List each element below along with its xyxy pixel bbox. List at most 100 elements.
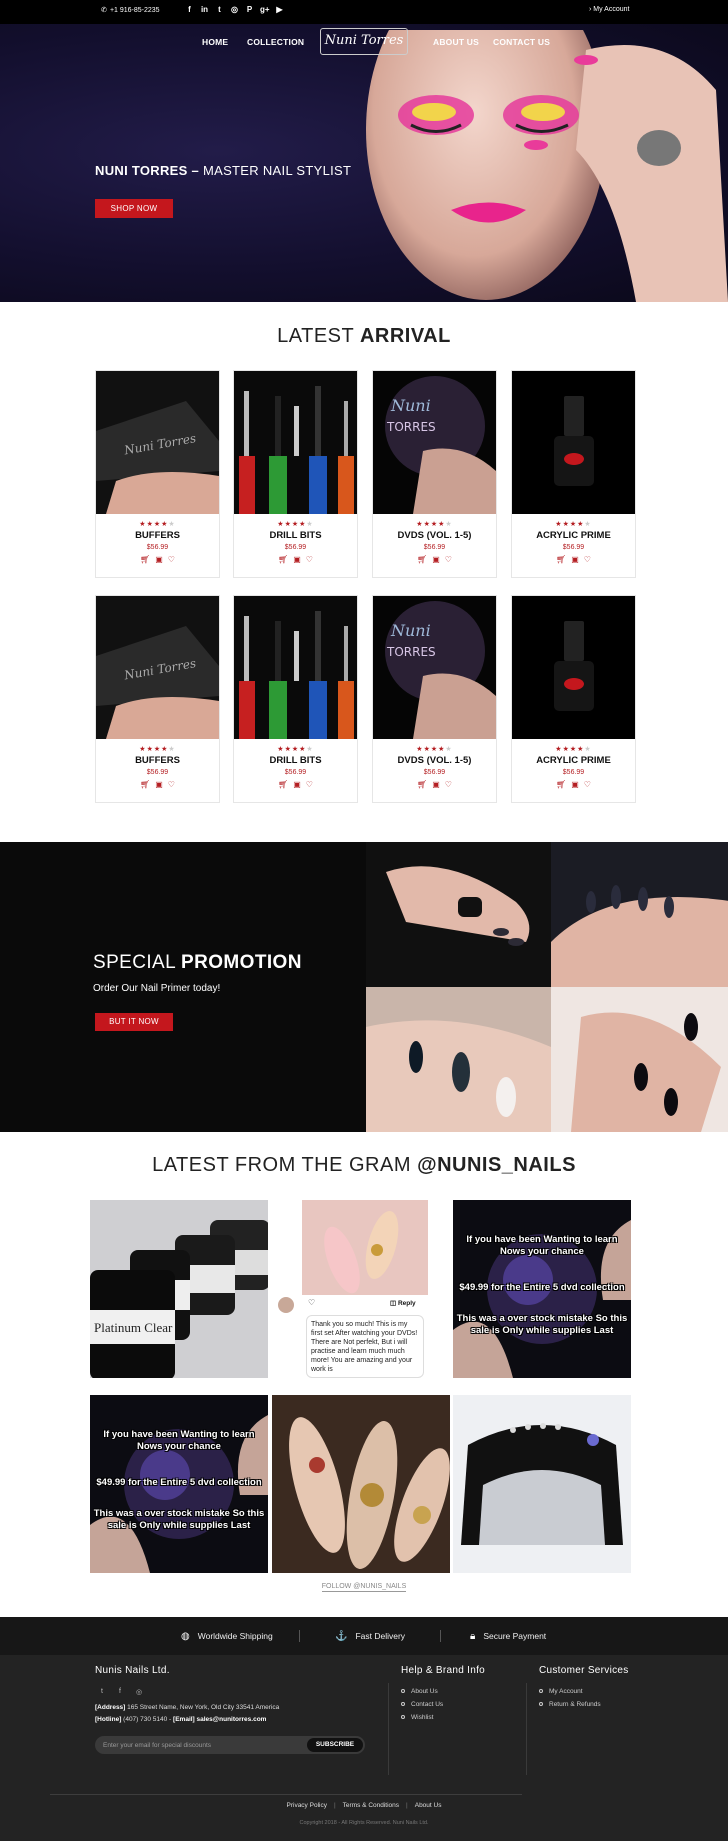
twitter-icon[interactable]: t [101,1688,103,1695]
product-price: $56.99 [284,544,307,551]
facebook-icon[interactable]: f [119,1688,121,1695]
product-name[interactable]: BUFFERS [96,755,219,766]
quick-view-icon[interactable]: ▣ [571,780,579,789]
heart-icon[interactable]: ♡ [168,555,175,564]
product-name[interactable]: ACRYLIC PRIME [512,755,635,766]
product-card[interactable]: ★★★★★ DRILL BITS $56.99 🛒︎ ▣ ♡ [233,595,358,803]
cs-item-returns[interactable]: Return & Refunds [539,1701,601,1708]
newsletter-email-input[interactable] [103,1739,293,1751]
follow-instagram-link[interactable]: FOLLOW @NUNIS_NAILS [0,1583,728,1592]
youtube-icon[interactable]: ▶ [275,5,284,15]
footer-links: Privacy Policy | Terms & Conditions | About … [286,1802,442,1809]
gram-post-promo-2[interactable]: If you have been Wanting to learn Nows y… [90,1395,268,1573]
nav-contact[interactable]: CONTACT US [493,37,550,47]
heart-icon[interactable]: ♡ [445,555,452,564]
product-name[interactable]: DRILL BITS [234,530,357,541]
instagram-icon[interactable]: ◎ [230,5,239,15]
product-image[interactable] [234,596,357,739]
gram-post-comment[interactable]: ♡ ◫ Reply Thank you so much! This is my … [302,1200,428,1378]
footer-address: [Address] 165 Street Name, New York, Old… [95,1704,280,1711]
product-name[interactable]: BUFFERS [96,530,219,541]
product-actions: 🛒︎ ▣ ♡ [512,780,635,789]
product-name[interactable]: DRILL BITS [234,755,357,766]
heart-icon[interactable]: ♡ [584,780,591,789]
facebook-icon[interactable]: f [185,5,194,15]
help-title: Help & Brand Info [401,1665,486,1676]
hero-model-image [366,30,728,302]
phone-contact[interactable]: ✆ +1 916-85-2235 [101,6,160,14]
quick-view-icon[interactable]: ▣ [155,780,163,789]
cart-icon[interactable]: 🛒︎ [556,555,566,564]
gram-post-uv-lamp[interactable] [453,1395,631,1573]
linkedin-icon[interactable]: in [200,5,209,15]
heart-icon[interactable]: ♡ [445,780,452,789]
promo-text-bottom: This was a over stock mistake So this sa… [456,1313,628,1336]
cs-item-account[interactable]: My Account [539,1688,583,1695]
terms-link[interactable]: Terms & Conditions [343,1802,399,1809]
cart-icon[interactable]: 🛒︎ [278,555,288,564]
product-image[interactable] [512,371,635,514]
shop-now-button[interactable]: SHOP NOW [95,199,173,218]
gram-post-nail-art[interactable] [272,1395,450,1573]
nav-home[interactable]: HOME [202,37,228,47]
heart-icon[interactable]: ♡ [306,555,313,564]
site-logo[interactable]: Nuni Torres [320,28,408,55]
product-card[interactable]: Nuni Torres ★★★★★ BUFFERS $56.99 🛒︎ ▣ ♡ [95,370,220,578]
product-name[interactable]: DVDS (VOL. 1-5) [373,755,496,766]
gram-post-1[interactable]: Platinum Clear [90,1200,268,1378]
help-item-contact[interactable]: Contact Us [401,1701,443,1708]
product-image[interactable] [512,596,635,739]
privacy-policy-link[interactable]: Privacy Policy [287,1802,327,1809]
quick-view-icon[interactable]: ▣ [293,780,301,789]
quick-view-icon[interactable]: ▣ [571,555,579,564]
product-image[interactable]: Nuni TORRES [373,371,496,514]
product-card[interactable]: Nuni Torres ★★★★★ BUFFERS $56.99 🛒︎ ▣ ♡ [95,595,220,803]
help-item-wishlist[interactable]: Wishlist [401,1714,433,1721]
my-account-link[interactable]: › My Account [589,6,629,13]
divider [440,1630,441,1642]
features-bar: ◍ Worldwide Shipping ⚓ Fast Delivery 🔒︎ Sec… [0,1617,728,1655]
cart-icon[interactable]: 🛒︎ [417,780,427,789]
quick-view-icon[interactable]: ▣ [432,780,440,789]
promo-text-mid: $49.99 for the Entire 5 dvd collection [96,1477,262,1488]
svg-text:Platinum Clear: Platinum Clear [94,1320,173,1335]
product-card[interactable]: ★★★★★ ACRYLIC PRIME $56.99 🛒︎ ▣ ♡ [511,370,636,578]
google-plus-icon[interactable]: g+ [260,5,270,15]
heart-icon[interactable]: ♡ [168,780,175,789]
heart-icon[interactable]: ♡ [306,780,313,789]
product-card[interactable]: ★★★★★ DRILL BITS $56.99 🛒︎ ▣ ♡ [233,370,358,578]
heart-icon[interactable]: ♡ [584,555,591,564]
product-image[interactable] [234,371,357,514]
cart-icon[interactable]: 🛒︎ [140,555,150,564]
cart-icon[interactable]: 🛒︎ [556,780,566,789]
buy-it-now-button[interactable]: BUT IT NOW [95,1013,173,1031]
product-name[interactable]: ACRYLIC PRIME [512,530,635,541]
product-card[interactable]: ★★★★★ ACRYLIC PRIME $56.99 🛒︎ ▣ ♡ [511,595,636,803]
promo-text-top: If you have been Wanting to learn Nows y… [103,1429,255,1452]
cart-icon[interactable]: 🛒︎ [417,555,427,564]
cart-icon[interactable]: 🛒︎ [140,780,150,789]
pinterest-icon[interactable]: P [245,5,254,15]
nav-collection[interactable]: COLLECTION [247,37,304,47]
product-card[interactable]: Nuni TORRES ★★★★★ DVDS (VOL. 1-5) $56.99 🛒︎ ▣ ♡ [372,595,497,803]
gram-post-promo-1[interactable]: If you have been Wanting to learn Nows y… [453,1200,631,1378]
about-us-link[interactable]: About Us [415,1802,442,1809]
product-name[interactable]: DVDS (VOL. 1-5) [373,530,496,541]
product-image[interactable]: Nuni TORRES [373,596,496,739]
nav-about[interactable]: ABOUT US [433,37,479,47]
quick-view-icon[interactable]: ▣ [293,555,301,564]
svg-text:TORRES: TORRES [386,420,436,434]
svg-text:Nuni: Nuni [390,396,431,415]
heart-icon[interactable]: ♡ [308,1298,315,1307]
subscribe-button[interactable]: SUBSCRIBE [307,1738,363,1752]
product-card[interactable]: Nuni TORRES ★★★★★ DVDS (VOL. 1-5) $56.99 🛒︎ ▣ ♡ [372,370,497,578]
product-image[interactable]: Nuni Torres [96,596,219,739]
cart-icon[interactable]: 🛒︎ [278,780,288,789]
quick-view-icon[interactable]: ▣ [432,555,440,564]
twitter-icon[interactable]: t [215,5,224,15]
help-item-about[interactable]: About Us [401,1688,438,1695]
product-image[interactable]: Nuni Torres [96,371,219,514]
instagram-icon[interactable]: ◎ [136,1688,142,1696]
quick-view-icon[interactable]: ▣ [155,555,163,564]
reply-button[interactable]: ◫ Reply [390,1299,416,1307]
